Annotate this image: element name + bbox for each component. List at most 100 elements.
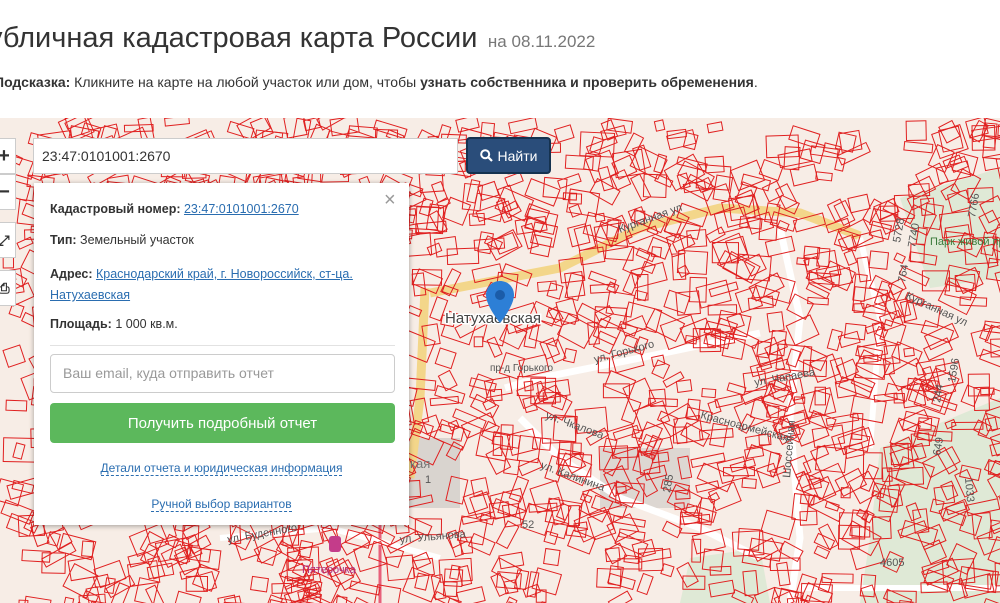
land-parcel bbox=[12, 442, 26, 460]
land-parcel bbox=[815, 171, 833, 182]
land-parcel bbox=[741, 477, 757, 489]
land-parcel bbox=[529, 479, 565, 514]
land-parcel bbox=[446, 247, 480, 266]
land-parcel bbox=[62, 563, 99, 599]
land-parcel bbox=[799, 510, 818, 526]
land-parcel bbox=[5, 399, 28, 412]
land-parcel bbox=[443, 568, 464, 588]
land-parcel bbox=[46, 531, 61, 547]
land-parcel bbox=[473, 336, 484, 348]
number-label: 764 bbox=[896, 263, 911, 283]
map-date: на 08.11.2022 bbox=[487, 32, 596, 51]
zoom-in-icon: + bbox=[0, 144, 10, 167]
land-parcel bbox=[616, 320, 639, 337]
land-parcel bbox=[164, 118, 191, 127]
land-parcel bbox=[524, 203, 551, 225]
shop-label: Пятерочка bbox=[302, 564, 357, 576]
land-parcel bbox=[938, 125, 964, 153]
cadastral-number-row: Кадастровый номер: 23:47:0101001:2670 bbox=[50, 202, 299, 216]
land-parcel bbox=[610, 169, 632, 191]
land-parcel bbox=[800, 475, 837, 508]
land-parcel bbox=[606, 118, 634, 134]
land-parcel bbox=[905, 120, 927, 142]
land-parcel bbox=[704, 155, 725, 174]
land-parcel bbox=[903, 347, 915, 358]
print-icon: ⎙ bbox=[0, 279, 10, 296]
land-parcel bbox=[826, 198, 849, 223]
land-parcel bbox=[434, 347, 457, 370]
street-label: ул. Буденного bbox=[226, 522, 298, 546]
land-parcel bbox=[653, 119, 666, 132]
zoom-out-button[interactable]: − bbox=[0, 174, 16, 210]
email-input[interactable]: Ваш email, куда отправить отчет bbox=[50, 354, 395, 393]
land-parcel bbox=[686, 229, 708, 248]
close-icon[interactable]: × bbox=[384, 189, 396, 212]
address-label: Адрес: bbox=[50, 267, 93, 281]
land-parcel bbox=[698, 427, 734, 440]
land-parcel bbox=[557, 173, 582, 190]
land-parcel bbox=[689, 276, 708, 303]
land-parcel bbox=[923, 337, 954, 361]
land-parcel bbox=[493, 231, 519, 255]
land-parcel bbox=[726, 382, 747, 396]
address-link[interactable]: Краснодарский край, г. Новороссийск, ст-… bbox=[96, 267, 353, 281]
report-details-link-text[interactable]: Детали отчета и юридическая информация bbox=[100, 461, 343, 476]
land-parcel bbox=[441, 196, 472, 226]
print-button[interactable]: ⎙ bbox=[0, 270, 16, 306]
hint-body: Кликните на карте на любой участок или д… bbox=[70, 74, 421, 90]
land-parcel bbox=[651, 359, 671, 380]
land-parcel bbox=[223, 595, 244, 603]
land-parcel bbox=[607, 590, 633, 603]
zoom-in-button[interactable]: + bbox=[0, 138, 16, 174]
land-parcel bbox=[676, 156, 708, 172]
land-parcel bbox=[462, 490, 489, 515]
land-parcel bbox=[834, 131, 857, 153]
land-parcel bbox=[385, 554, 415, 582]
land-parcel bbox=[81, 540, 95, 558]
land-parcel bbox=[938, 119, 961, 144]
address-link-line2[interactable]: Натухаевская bbox=[50, 288, 130, 302]
land-parcel bbox=[439, 423, 455, 435]
land-parcel bbox=[707, 304, 738, 316]
hint-end: . bbox=[753, 74, 758, 90]
land-parcel bbox=[433, 235, 459, 258]
number-label: 1596 bbox=[946, 357, 962, 383]
manual-selection-link-text[interactable]: Ручной выбор вариантов bbox=[151, 497, 292, 512]
hint-bold: узнать собственника и проверить обремене… bbox=[420, 74, 754, 90]
divider bbox=[50, 345, 395, 346]
location-pin-icon[interactable] bbox=[485, 280, 515, 324]
cadastral-number-link[interactable]: 23:47:0101001:2670 bbox=[184, 202, 299, 216]
land-parcel bbox=[456, 586, 486, 603]
zoom-out-icon: − bbox=[0, 180, 10, 203]
cadastral-search-input[interactable]: 23:47:0101001:2670 bbox=[33, 138, 458, 174]
land-parcel bbox=[893, 252, 906, 265]
land-parcel bbox=[868, 250, 890, 270]
land-parcel bbox=[426, 242, 443, 256]
land-parcel bbox=[843, 249, 858, 266]
land-parcel bbox=[568, 203, 583, 218]
district-label: кая bbox=[410, 456, 430, 471]
land-parcel bbox=[743, 253, 767, 277]
type-value: Земельный участок bbox=[80, 233, 194, 247]
land-parcel bbox=[605, 290, 636, 318]
search-button[interactable]: Найти bbox=[466, 137, 551, 174]
fullscreen-button[interactable]: ⤢ bbox=[0, 222, 16, 258]
type-row: Тип: Земельный участок bbox=[50, 233, 194, 247]
land-parcel bbox=[524, 178, 561, 207]
area-label: Площадь: bbox=[50, 317, 112, 331]
report-details-link[interactable]: Детали отчета и юридическая информация bbox=[34, 461, 409, 476]
land-parcel bbox=[662, 371, 685, 388]
shop-marker-icon bbox=[329, 536, 341, 552]
land-parcel bbox=[579, 492, 593, 504]
land-parcel bbox=[776, 561, 791, 587]
land-parcel bbox=[982, 153, 1000, 172]
get-report-button[interactable]: Получить подробный отчет bbox=[50, 403, 395, 443]
land-parcel bbox=[185, 575, 209, 592]
area-value: 1 000 кв.м. bbox=[115, 317, 178, 331]
land-parcel bbox=[455, 118, 480, 133]
land-parcel bbox=[567, 223, 591, 248]
manual-selection-link[interactable]: Ручной выбор вариантов bbox=[34, 497, 409, 512]
land-parcel bbox=[349, 580, 381, 596]
page-title: убличная кадастровая карта России bbox=[0, 22, 478, 54]
land-parcel bbox=[789, 163, 819, 187]
